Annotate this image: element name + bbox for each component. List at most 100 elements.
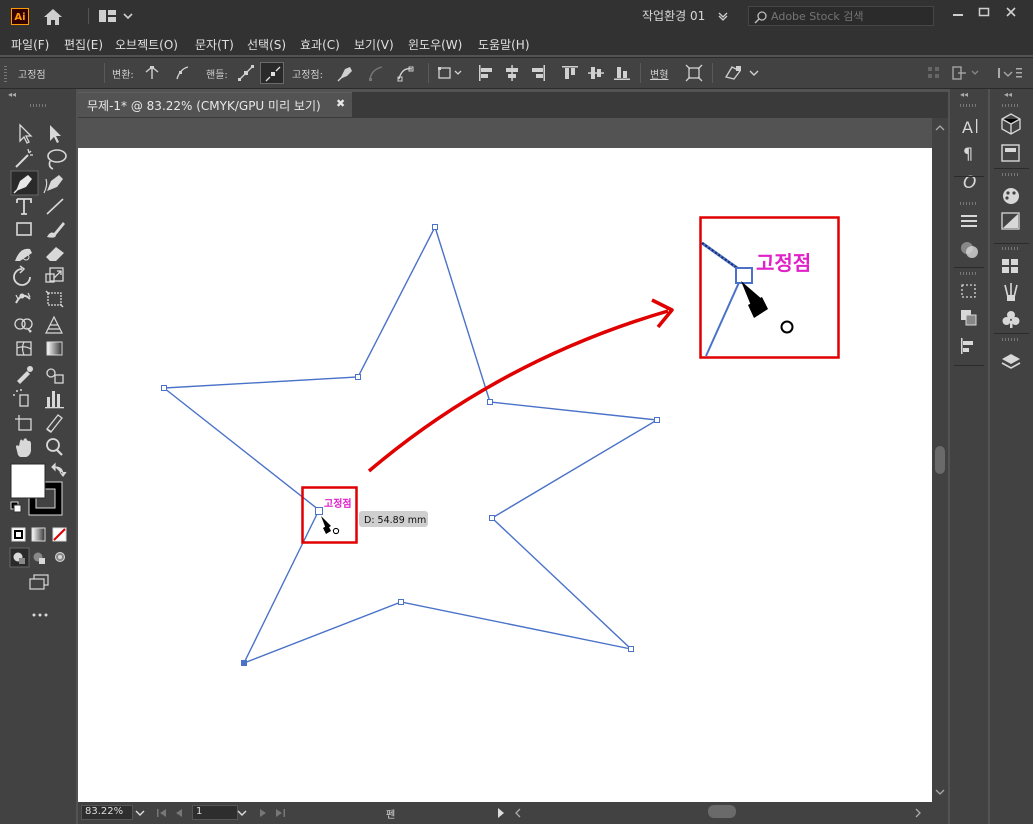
arrange-documents-icon[interactable] <box>98 9 134 23</box>
selected-anchor-point[interactable] <box>241 660 247 666</box>
screen-mode-icon[interactable] <box>29 574 49 590</box>
menu-type[interactable]: 문자(T) <box>195 36 234 53</box>
pathfinder-panel-icon[interactable] <box>961 310 977 326</box>
connect-anchors-icon[interactable] <box>366 63 386 83</box>
convert-to-smooth-icon[interactable] <box>172 63 192 83</box>
anchor-point[interactable] <box>487 399 493 405</box>
menu-edit[interactable]: 편집(E) <box>64 36 103 53</box>
panel-grip[interactable] <box>1002 173 1020 176</box>
menu-help[interactable]: 도움말(H) <box>478 36 530 53</box>
column-graph-tool-icon[interactable] <box>45 391 64 409</box>
panel-grip[interactable] <box>960 272 978 275</box>
color-mode-icon[interactable] <box>11 527 26 542</box>
swatches-panel-icon[interactable] <box>1002 259 1018 273</box>
line-segment-tool-icon[interactable] <box>46 198 64 215</box>
align-horizontal-center-icon[interactable] <box>502 63 522 83</box>
direct-selection-tool-icon[interactable] <box>50 125 61 143</box>
scale-tool-icon[interactable] <box>45 267 64 283</box>
width-tool-icon[interactable] <box>15 292 31 304</box>
cut-path-icon[interactable] <box>396 63 416 83</box>
align-vertical-center-icon[interactable] <box>586 63 606 83</box>
stock-search-input[interactable] <box>771 8 929 24</box>
scroll-up-icon[interactable] <box>935 124 945 132</box>
select-similar-objects-icon[interactable] <box>722 63 762 83</box>
selection-tool-icon[interactable] <box>19 123 33 144</box>
stock-search-field[interactable] <box>748 6 934 26</box>
draw-inside-icon[interactable] <box>55 552 65 562</box>
close-button[interactable] <box>999 4 1023 24</box>
next-artboard-icon[interactable] <box>258 808 268 818</box>
fill-swatch[interactable] <box>10 463 46 499</box>
type-tool-icon[interactable] <box>16 198 32 215</box>
star-path[interactable] <box>162 225 660 665</box>
gradient-tool-icon[interactable] <box>46 341 63 356</box>
free-transform-tool-icon[interactable] <box>45 290 64 308</box>
menu-effect[interactable]: 효과(C) <box>300 36 340 53</box>
show-handles-icon[interactable] <box>236 63 256 83</box>
horizontal-scroll-thumb[interactable] <box>708 805 736 818</box>
color-panel-icon[interactable] <box>1001 212 1020 230</box>
zoom-level-field[interactable]: 83.22% <box>81 805 133 820</box>
mesh-tool-icon[interactable] <box>16 341 32 356</box>
paragraph-panel-icon[interactable]: ¶ <box>963 144 973 163</box>
anchor-point[interactable] <box>355 374 361 380</box>
start-anchor-point[interactable] <box>315 507 323 515</box>
scroll-down-icon[interactable] <box>935 788 945 796</box>
properties-panel-icon[interactable] <box>1001 144 1020 162</box>
control-bar-grip[interactable] <box>4 64 7 82</box>
curvature-tool-icon[interactable] <box>43 175 63 194</box>
menu-window[interactable]: 윈도우(W) <box>408 36 462 53</box>
gradient-mode-icon[interactable] <box>31 527 46 542</box>
align-to-selection-icon[interactable] <box>436 63 466 83</box>
document-tab[interactable]: 무제-1* @ 83.22% (CMYK/GPU 미리 보기) ✖ <box>78 92 352 117</box>
swap-fill-stroke-icon[interactable] <box>51 462 67 477</box>
workspace-switcher[interactable]: 작업환경 01 <box>642 7 705 24</box>
eyedropper-tool-icon[interactable] <box>17 366 33 384</box>
anchor-point[interactable] <box>489 515 495 521</box>
lasso-tool-icon[interactable] <box>47 149 67 170</box>
align-panel-icon[interactable] <box>961 338 973 354</box>
anchor-point[interactable] <box>161 385 167 391</box>
symbols-panel-icon[interactable] <box>1002 311 1020 328</box>
hand-tool-icon[interactable] <box>16 438 31 457</box>
scroll-left-icon[interactable] <box>514 808 522 818</box>
artboard-tool-icon[interactable] <box>15 415 32 431</box>
align-top-icon[interactable] <box>560 63 580 83</box>
status-menu-icon[interactable] <box>496 807 506 819</box>
align-left-icon[interactable] <box>476 63 496 83</box>
minimize-button[interactable] <box>946 4 970 24</box>
perspective-grid-tool-icon[interactable] <box>45 315 63 334</box>
panel-grip[interactable] <box>1002 338 1020 341</box>
align-options-icon[interactable] <box>950 63 984 83</box>
anchor-point[interactable] <box>628 646 634 652</box>
hide-handles-button[interactable] <box>260 62 284 84</box>
transform-panel-link[interactable]: 변형 <box>650 66 668 81</box>
last-artboard-icon[interactable] <box>274 808 286 818</box>
libraries-panel-icon[interactable] <box>1001 113 1021 135</box>
character-panel-icon[interactable]: A <box>962 118 978 137</box>
eraser-tool-icon[interactable] <box>46 247 64 261</box>
isolate-selected-object-icon[interactable] <box>684 63 704 83</box>
control-bar-menu-icon[interactable] <box>994 63 1024 83</box>
menu-file[interactable]: 파일(F) <box>11 36 49 53</box>
align-right-icon[interactable] <box>528 63 548 83</box>
menu-view[interactable]: 보기(V) <box>354 36 394 53</box>
menu-object[interactable]: 오브젝트(O) <box>115 36 178 53</box>
color-guide-panel-icon[interactable] <box>1003 188 1019 204</box>
workspace-dropdown-icon[interactable] <box>716 9 730 23</box>
edit-toolbar-icon[interactable] <box>32 613 48 617</box>
layers-panel-icon[interactable] <box>1001 354 1021 369</box>
previous-artboard-icon[interactable] <box>174 808 184 818</box>
zoom-dropdown-icon[interactable] <box>134 808 146 818</box>
transparency-panel-icon[interactable] <box>961 242 978 258</box>
panel-grip[interactable] <box>960 202 978 205</box>
magic-wand-tool-icon[interactable] <box>15 148 33 168</box>
slice-tool-icon[interactable] <box>46 414 63 433</box>
none-mode-icon[interactable] <box>52 527 67 542</box>
shape-builder-tool-icon[interactable] <box>14 318 33 333</box>
blend-tool-icon[interactable] <box>46 368 64 384</box>
anchor-point[interactable] <box>654 417 660 423</box>
shaper-tool-icon[interactable] <box>15 248 32 261</box>
convert-to-corner-icon[interactable] <box>142 63 162 83</box>
scroll-right-icon[interactable] <box>914 808 922 818</box>
